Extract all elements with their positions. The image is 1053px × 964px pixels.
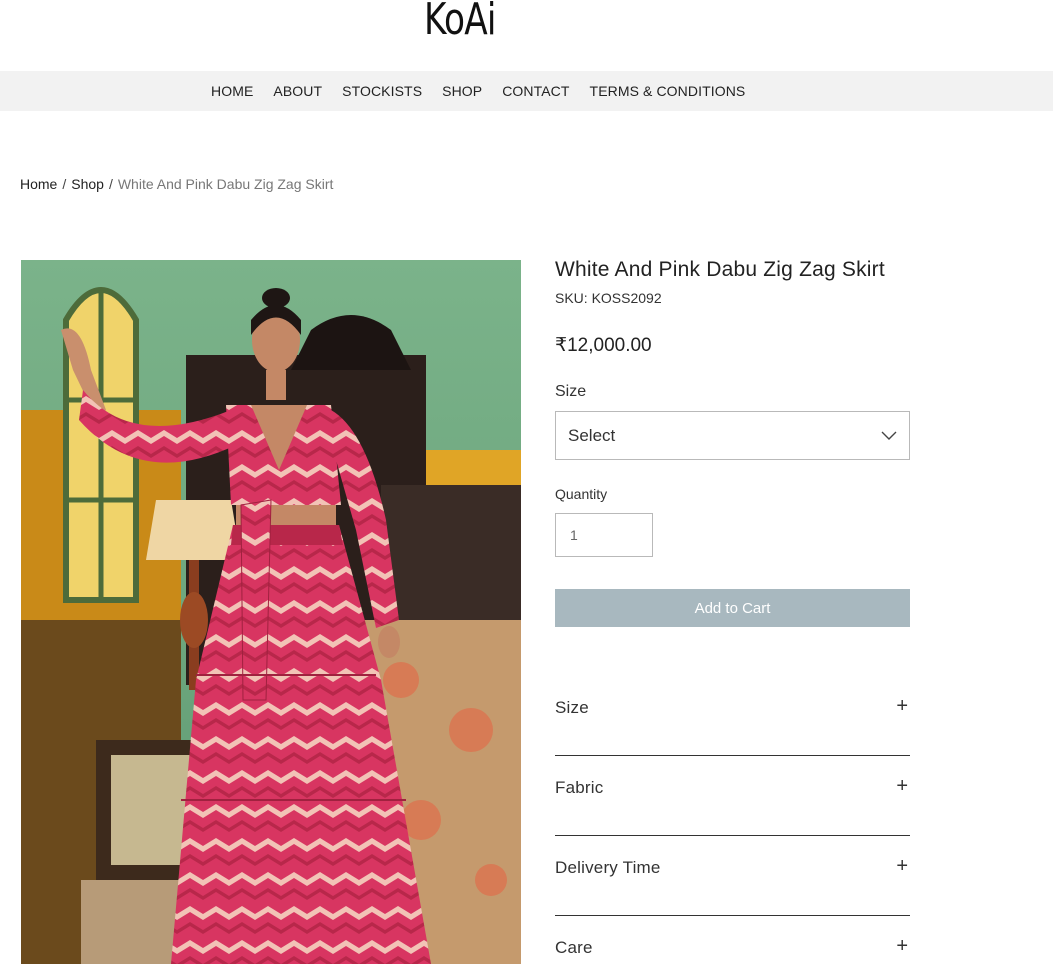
accordion-fabric[interactable]: Fabric +	[555, 756, 910, 836]
breadcrumb-shop[interactable]: Shop	[71, 176, 104, 192]
plus-icon[interactable]: +	[896, 776, 908, 796]
product-price: ₹12,000.00	[555, 335, 652, 356]
size-select-value: Select	[568, 425, 616, 445]
quantity-input[interactable]: 1	[555, 513, 653, 557]
accordion-label: Fabric	[555, 778, 604, 797]
accordion-size[interactable]: Size +	[555, 676, 910, 756]
product-photo	[21, 260, 521, 964]
breadcrumb-separator: /	[108, 176, 113, 192]
plus-icon[interactable]: +	[896, 696, 908, 716]
plus-icon[interactable]: +	[896, 856, 908, 876]
nav-contact[interactable]: CONTACT	[502, 83, 569, 99]
accordion-label: Size	[555, 698, 589, 717]
size-select[interactable]: Select	[555, 411, 910, 460]
accordion-delivery-time[interactable]: Delivery Time +	[555, 836, 910, 916]
accordion-label: Delivery Time	[555, 858, 661, 877]
accordion-care[interactable]: Care +	[555, 916, 910, 964]
breadcrumb-home[interactable]: Home	[20, 176, 57, 192]
product-sku: SKU: KOSS2092	[555, 290, 662, 306]
chevron-down-icon	[881, 426, 897, 446]
add-to-cart-button[interactable]: Add to Cart	[555, 589, 910, 627]
accordion-label: Care	[555, 938, 593, 957]
breadcrumb-current: White And Pink Dabu Zig Zag Skirt	[117, 176, 334, 192]
nav-shop[interactable]: SHOP	[442, 83, 482, 99]
breadcrumb-separator: /	[62, 176, 67, 192]
product-image[interactable]	[21, 260, 521, 964]
info-accordion: Size + Fabric + Delivery Time + Care +	[555, 676, 910, 964]
nav-home[interactable]: HOME	[211, 83, 253, 99]
quantity-label: Quantity	[555, 486, 608, 502]
product-title: White And Pink Dabu Zig Zag Skirt	[555, 258, 885, 281]
main-nav: HOME ABOUT STOCKISTS SHOP CONTACT TERMS …	[0, 71, 1053, 111]
product-info: White And Pink Dabu Zig Zag Skirt SKU: K…	[555, 258, 910, 627]
size-label: Size	[555, 383, 587, 400]
plus-icon[interactable]: +	[896, 936, 908, 956]
nav-terms[interactable]: TERMS & CONDITIONS	[590, 83, 746, 99]
nav-stockists[interactable]: STOCKISTS	[342, 83, 422, 99]
nav-about[interactable]: ABOUT	[273, 83, 322, 99]
breadcrumb: Home / Shop / White And Pink Dabu Zig Zag Sk…	[20, 176, 333, 192]
brand-logo[interactable]: KoAi	[424, 0, 496, 45]
